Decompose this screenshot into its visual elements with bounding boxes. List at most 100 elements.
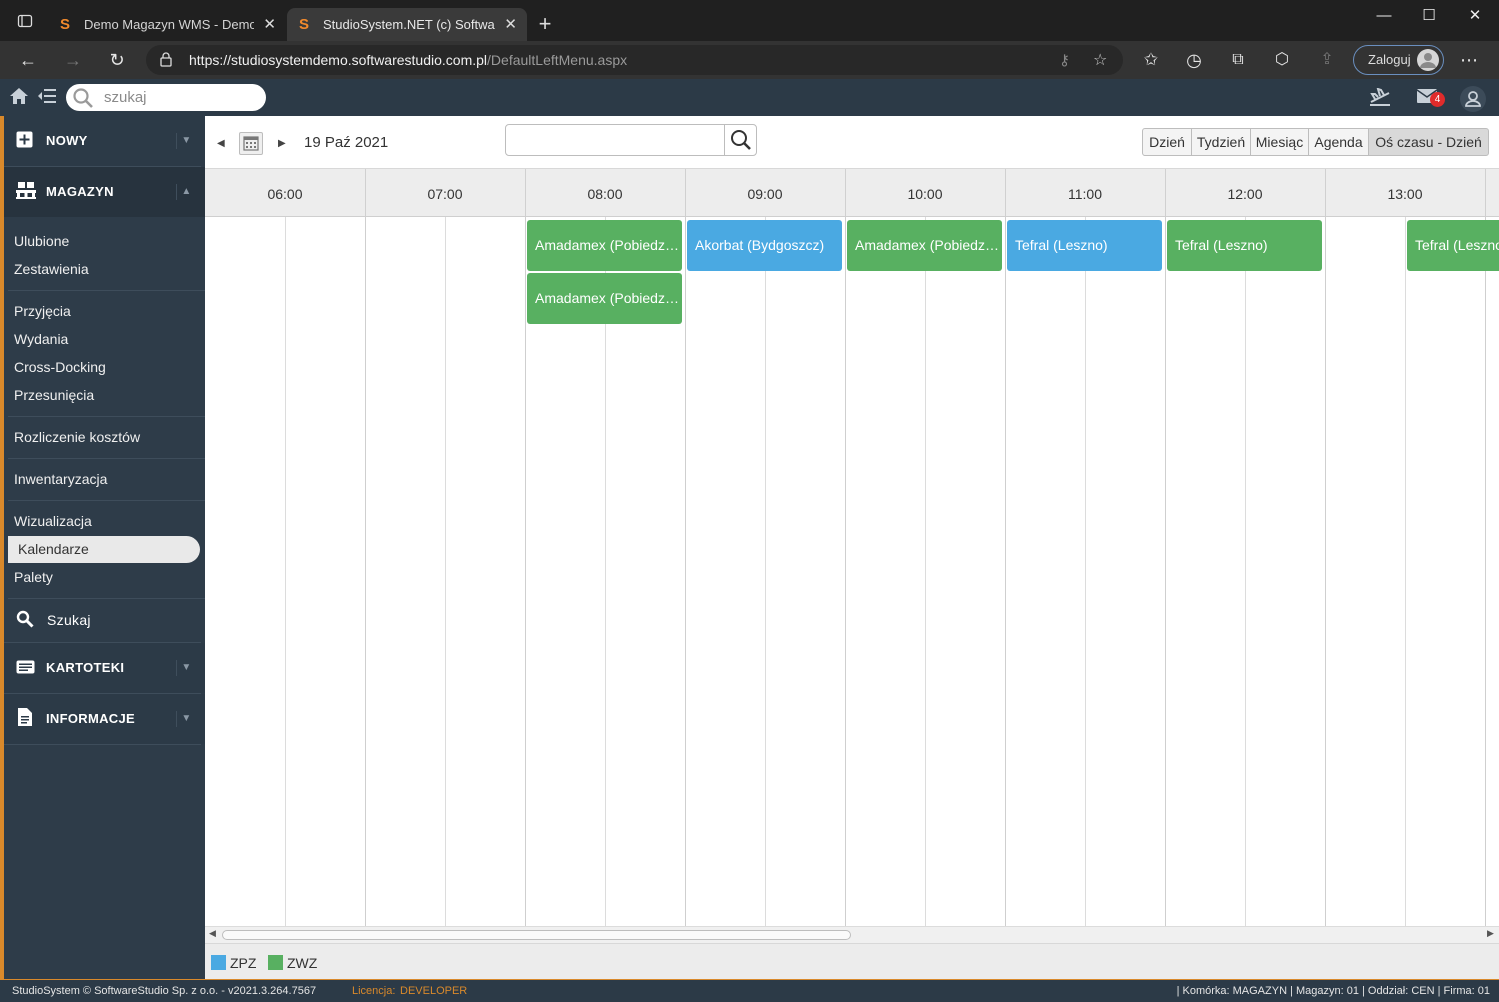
mail-count-badge: 4 [1430, 92, 1445, 107]
browser-tab-1[interactable]: S Demo Magazyn WMS - Demo online ✕ [48, 8, 286, 41]
add-favorite-icon[interactable]: ☆ [1093, 50, 1107, 70]
half-hour-gridline [1085, 217, 1086, 926]
prev-day-icon[interactable]: ◀ [217, 138, 225, 149]
calendar-event[interactable]: Tefral (Leszno) [1167, 220, 1322, 271]
new-tab-icon[interactable]: + [532, 11, 558, 37]
chevron-down-icon[interactable]: ▼ [176, 133, 196, 149]
next-day-icon[interactable]: ▶ [278, 138, 286, 149]
sidebar-item-cross-docking[interactable]: Cross-Docking [14, 354, 200, 381]
divider [8, 416, 205, 417]
sidebar-section-magazyn[interactable]: MAGAZYN ▲ [4, 167, 205, 217]
minimize-icon[interactable]: — [1361, 4, 1407, 28]
login-button[interactable]: Zaloguj [1353, 45, 1444, 75]
sidebar-item-rozliczenie-kosztow[interactable]: Rozliczenie kosztów [14, 424, 200, 451]
refresh-icon[interactable]: ↻ [105, 49, 129, 73]
more-menu-icon[interactable]: ⋯ [1457, 49, 1481, 73]
sidebar-item-przyjecia[interactable]: Przyjęcia [14, 298, 200, 325]
hour-label: 10:00 [907, 186, 943, 202]
hour-gridline [1005, 217, 1006, 926]
global-search[interactable] [66, 84, 266, 111]
plane-icon[interactable] [1369, 87, 1391, 111]
sidebar-section-kartoteki[interactable]: KARTOTEKI ▼ [4, 643, 205, 693]
calendar-event[interactable]: Akorbat (Bydgoszcz) [687, 220, 842, 271]
half-hour-gridline [765, 217, 766, 926]
lock-icon[interactable] [160, 52, 172, 72]
chevron-up-icon[interactable]: ▲ [176, 184, 196, 200]
half-hour-gridline [1405, 217, 1406, 926]
favorites-icon[interactable]: ✩ [1139, 49, 1163, 73]
forward-icon[interactable]: → [61, 49, 85, 73]
sidebar-item-kalendarze[interactable]: Kalendarze [8, 536, 200, 563]
sidebar-item-wydania[interactable]: Wydania [14, 326, 200, 353]
calendar-picker-icon[interactable] [239, 132, 263, 155]
calendar-search[interactable] [505, 124, 757, 156]
view-timeline-day-button[interactable]: Oś czasu - Dzień [1368, 128, 1489, 156]
sidebar-szukaj[interactable]: Szukaj [4, 599, 205, 642]
current-date: 19 Paź 2021 [304, 134, 389, 151]
calendar-search-input[interactable] [512, 130, 717, 150]
timeline-header: 06:00 07:00 08:00 09:00 10:00 11:00 12:00 13:00 [205, 169, 1499, 217]
share-icon[interactable]: ⇪ [1315, 49, 1339, 73]
hour-label: 12:00 [1227, 186, 1263, 202]
tab-title: StudioSystem.NET (c) SoftwareStudio [323, 17, 495, 32]
hour-label: 09:00 [747, 186, 783, 202]
tab-close-icon[interactable]: ✕ [504, 8, 517, 41]
sidebar-section-label: NOWY [46, 133, 88, 148]
divider [4, 744, 201, 745]
maximize-icon[interactable]: ☐ [1406, 4, 1452, 28]
calendar-event[interactable]: Tefral (Leszno) [1407, 220, 1499, 271]
sidebar-item-inwentaryzacja[interactable]: Inwentaryzacja [14, 466, 200, 493]
studiosystem-logo-icon: S [60, 16, 71, 33]
browser-tab-2-active[interactable]: S StudioSystem.NET (c) SoftwareStudio ✕ [287, 8, 527, 41]
half-hour-gridline [925, 217, 926, 926]
hour-gridline [1485, 217, 1486, 926]
close-window-icon[interactable]: ✕ [1452, 4, 1498, 28]
calendar-event[interactable]: Tefral (Leszno) [1007, 220, 1162, 271]
scrollbar-thumb[interactable] [222, 930, 851, 940]
user-icon[interactable] [1460, 86, 1486, 112]
sidebar-section-label: MAGAZYN [46, 184, 114, 199]
view-agenda-button[interactable]: Agenda [1308, 128, 1369, 156]
footer-context: | Komórka: MAGAZYN | Magazyn: 01 | Oddzi… [1176, 985, 1490, 997]
calendar-event[interactable]: Amadamex (Pobiedziska) [527, 220, 682, 271]
global-search-input[interactable] [104, 88, 254, 107]
footer-license-label: Licencja: [352, 985, 396, 997]
scroll-left-icon[interactable]: ◀ [209, 928, 216, 939]
history-icon[interactable]: ◷ [1182, 49, 1206, 73]
view-day-button[interactable]: Dzień [1142, 128, 1192, 156]
home-icon[interactable] [9, 87, 29, 110]
sidebar-item-zestawienia[interactable]: Zestawienia [14, 256, 200, 283]
document-icon [18, 708, 32, 729]
address-bar[interactable]: https://studiosystemdemo.softwarestudio.… [146, 45, 1123, 75]
scroll-right-icon[interactable]: ▶ [1487, 928, 1494, 939]
chevron-down-icon[interactable]: ▼ [176, 660, 196, 676]
extensions-icon[interactable]: ⬡ [1270, 49, 1294, 73]
horizontal-scrollbar[interactable]: ◀ ▶ [205, 926, 1499, 943]
calendar-event[interactable]: Amadamex (Pobiedziska) [527, 273, 682, 324]
sidebar-item-przesuniecia[interactable]: Przesunięcia [14, 382, 200, 409]
chevron-down-icon[interactable]: ▼ [176, 711, 196, 727]
half-hour-gridline [285, 217, 286, 926]
sidebar-section-nowy[interactable]: NOWY ▼ [4, 116, 205, 166]
calendar-event[interactable]: Amadamex (Pobiedziska) [847, 220, 1002, 271]
key-icon[interactable]: ⚷ [1059, 51, 1070, 69]
sidebar-item-palety[interactable]: Palety [14, 564, 200, 591]
collections-icon[interactable]: ⧉ [1226, 49, 1250, 73]
url-text: https://studiosystemdemo.softwarestudio.… [189, 52, 627, 68]
tab-title: Demo Magazyn WMS - Demo online [84, 17, 254, 32]
pallet-icon [16, 182, 36, 202]
view-month-button[interactable]: Miesiąc [1250, 128, 1309, 156]
browser-tab-bar: S Demo Magazyn WMS - Demo online ✕ S Stu… [0, 0, 1499, 41]
view-week-button[interactable]: Tydzień [1191, 128, 1251, 156]
tab-close-icon[interactable]: ✕ [263, 8, 276, 41]
sidebar-section-label: KARTOTEKI [46, 660, 125, 675]
footer-license-value: DEVELOPER [400, 985, 468, 997]
sidebar-section-informacje[interactable]: INFORMACJE ▼ [4, 694, 205, 744]
app-header: 4 [0, 79, 1499, 116]
sidebar-item-wizualizacja[interactable]: Wizualizacja [14, 508, 200, 535]
sidebar-item-ulubione[interactable]: Ulubione [14, 228, 200, 255]
calendar-search-button[interactable] [724, 125, 757, 155]
menu-toggle-icon[interactable] [38, 88, 56, 109]
tab-actions-icon[interactable] [12, 11, 38, 37]
back-icon[interactable]: ← [16, 49, 40, 73]
